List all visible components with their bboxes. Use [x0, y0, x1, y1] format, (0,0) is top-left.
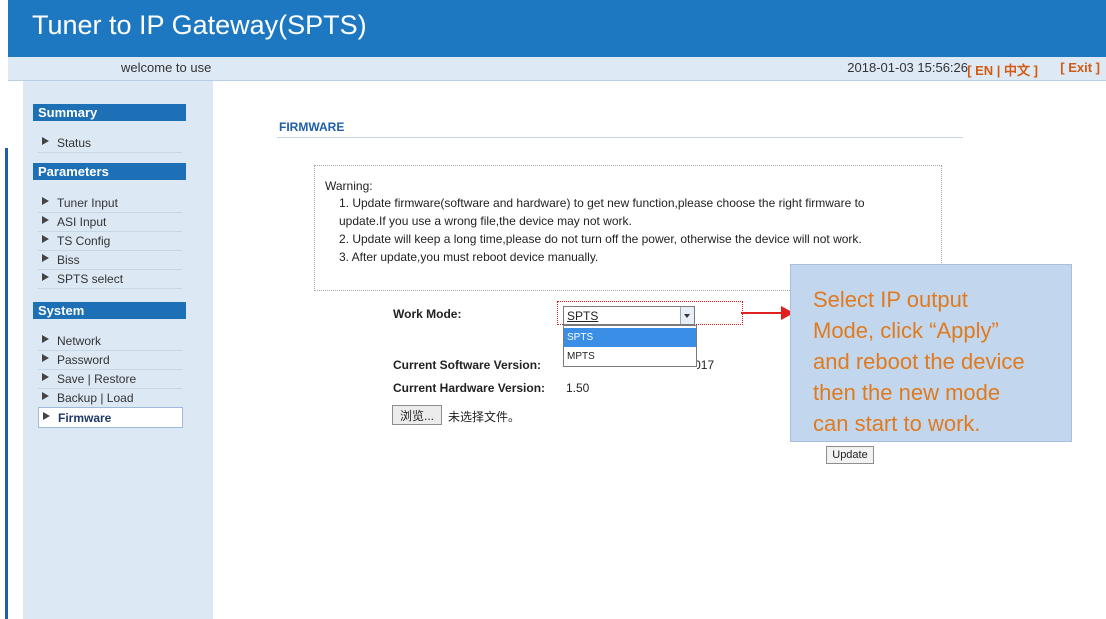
welcome-text: welcome to use: [121, 60, 212, 75]
sidebar-item-label: Status: [57, 136, 92, 150]
sidebar-item-label: Save | Restore: [57, 372, 137, 386]
sidebar-item-label: ASI Input: [57, 215, 107, 229]
sidebar-item-biss[interactable]: Biss: [38, 250, 182, 270]
work-mode-label: Work Mode:: [393, 307, 462, 321]
sidebar-item-spts-select[interactable]: SPTS select: [38, 269, 182, 289]
warning-line: 3. After update,you must reboot device m…: [339, 250, 599, 264]
triangle-right-icon: [43, 412, 50, 420]
work-mode-value: SPTS: [567, 309, 599, 323]
exit-link[interactable]: [ Exit ]: [1060, 60, 1100, 75]
language-switch[interactable]: [ EN | 中文 ]: [967, 60, 1038, 79]
warning-line: 2. Update will keep a long time,please d…: [339, 232, 862, 246]
callout-line: Mode, click “Apply”: [813, 318, 999, 343]
work-mode-select[interactable]: SPTS: [563, 306, 695, 325]
triangle-right-icon: [42, 254, 49, 262]
sidebar-item-label: Backup | Load: [57, 391, 134, 405]
triangle-right-icon: [42, 354, 49, 362]
left-edge-bar: [5, 148, 8, 619]
top-info-bar: welcome to use 2018-01-03 15:56:26 [ EN …: [8, 57, 1106, 81]
app-header: Tuner to IP Gateway(SPTS): [8, 0, 1106, 57]
warning-heading: Warning:: [325, 179, 373, 193]
work-mode-dropdown: SPTS MPTS: [563, 325, 697, 367]
annotation-callout: Select IP output Mode, click “Apply” and…: [790, 264, 1072, 442]
triangle-right-icon: [42, 335, 49, 343]
sidebar-item-label: SPTS select: [57, 272, 124, 286]
sidebar-item-ts-config[interactable]: TS Config: [38, 231, 182, 251]
triangle-right-icon: [42, 137, 49, 145]
triangle-right-icon: [42, 216, 49, 224]
sidebar-item-firmware[interactable]: Firmware: [38, 407, 183, 428]
section-summary: Summary: [33, 104, 186, 121]
triangle-right-icon: [42, 273, 49, 281]
sidebar-item-status[interactable]: Status: [38, 133, 182, 153]
sidebar-item-label: Password: [57, 353, 110, 367]
dropdown-option-spts[interactable]: SPTS: [564, 328, 696, 347]
triangle-right-icon: [42, 197, 49, 205]
triangle-right-icon: [42, 235, 49, 243]
app-title: Tuner to IP Gateway(SPTS): [32, 10, 367, 40]
sidebar-item-label: TS Config: [57, 234, 111, 248]
triangle-right-icon: [42, 392, 49, 400]
triangle-right-icon: [42, 373, 49, 381]
callout-line: then the new mode: [813, 380, 1001, 405]
sidebar-item-asi-input[interactable]: ASI Input: [38, 212, 182, 232]
sidebar-item-password[interactable]: Password: [38, 350, 182, 370]
sidebar-item-label: Biss: [57, 253, 80, 267]
hardware-version-label: Current Hardware Version:: [393, 381, 546, 395]
software-version-label: Current Software Version:: [393, 358, 542, 372]
section-system: System: [33, 302, 186, 319]
callout-line: and reboot the device: [813, 349, 1025, 374]
sidebar-item-label: Firmware: [58, 411, 112, 425]
no-file-text: 未选择文件。: [448, 410, 521, 424]
datetime: 2018-01-03 15:56:26: [847, 60, 968, 75]
sidebar-item-save-restore[interactable]: Save | Restore: [38, 369, 182, 389]
chevron-down-icon[interactable]: [680, 307, 694, 324]
sidebar-item-backup-load[interactable]: Backup | Load: [38, 388, 182, 408]
sidebar-item-tuner-input[interactable]: Tuner Input: [38, 193, 182, 213]
annotation-arrow-line: [741, 312, 783, 314]
section-parameters: Parameters: [33, 163, 186, 180]
callout-line: Select IP output: [813, 287, 968, 312]
browse-button[interactable]: 浏览...: [392, 405, 442, 425]
page-title: FIRMWARE: [279, 120, 345, 134]
sidebar: Summary Status Parameters Tuner Input AS…: [23, 81, 213, 619]
sidebar-item-label: Network: [57, 334, 102, 348]
dropdown-option-mpts[interactable]: MPTS: [564, 347, 696, 366]
warning-line: 1. Update firmware(software and hardware…: [339, 196, 865, 210]
callout-line: can start to work.: [813, 411, 981, 436]
warning-line: update.If you use a wrong file,the devic…: [339, 214, 632, 228]
left-edge: [0, 0, 8, 619]
sidebar-item-label: Tuner Input: [57, 196, 118, 210]
sidebar-item-network[interactable]: Network: [38, 331, 182, 351]
title-divider: [277, 137, 963, 138]
hardware-version-value: 1.50: [566, 381, 590, 395]
update-button[interactable]: Update: [826, 446, 874, 464]
